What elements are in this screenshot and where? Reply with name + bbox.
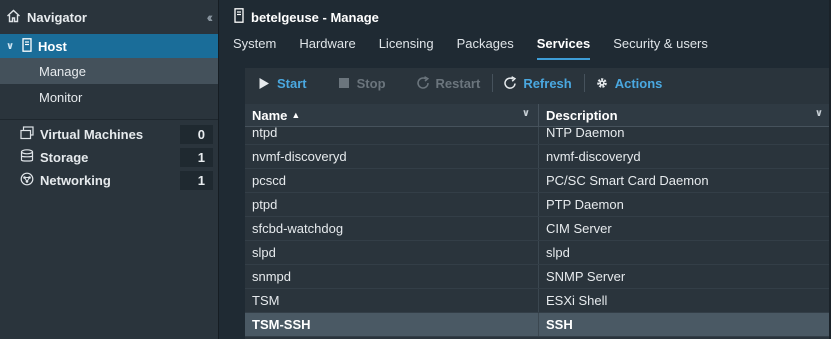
host-icon [22, 37, 32, 55]
cell-description: nvmf-discoveryd [546, 149, 641, 164]
nav-item-label: Virtual Machines [40, 127, 144, 142]
table-body: ntpd NTP Daemon nvmf-discoveryd nvmf-dis… [245, 127, 831, 339]
host-icon [234, 8, 244, 26]
virtual-machines-icon [20, 126, 34, 143]
table-row[interactable]: TSM ESXi Shell [245, 289, 831, 313]
nav-item-count: 1 [180, 148, 213, 167]
tab-services[interactable]: Services [536, 34, 591, 60]
stop-icon [337, 76, 351, 90]
table-row-selected[interactable]: TSM-SSH SSH [245, 313, 831, 337]
cell-description: PTP Daemon [546, 197, 624, 212]
actions-label: Actions [614, 75, 663, 91]
tab-licensing[interactable]: Licensing [379, 34, 434, 60]
tab-security-users[interactable]: Security & users [613, 34, 708, 60]
table-header: Name ▲ ∨ Description ∨ [245, 104, 831, 127]
column-header-name[interactable]: Name ▲ ∨ [245, 104, 539, 126]
actions-button[interactable]: Actions [595, 75, 663, 91]
cell-name: sfcbd-watchdog [245, 217, 539, 240]
cell-description: NTP Daemon [546, 127, 625, 140]
column-header-label: Description [546, 107, 618, 123]
cell-name: nvmf-discoveryd [245, 145, 539, 168]
refresh-label: Refresh [523, 75, 572, 91]
tab-hardware[interactable]: Hardware [299, 34, 355, 60]
storage-icon [20, 149, 34, 166]
start-label: Start [277, 75, 307, 91]
page-title: betelgeuse - Manage [251, 9, 379, 25]
cell-name: snmpd [245, 265, 539, 288]
refresh-icon [503, 76, 517, 90]
cell-description: PC/SC Smart Card Daemon [546, 173, 709, 188]
nav-host-label: Host [38, 38, 67, 54]
main-content: betelgeuse - Manage System Hardware Lice… [220, 0, 831, 339]
nav-item-networking[interactable]: Networking 1 [0, 169, 218, 192]
nav-item-storage[interactable]: Storage 1 [0, 146, 218, 169]
cell-name: ntpd [245, 127, 539, 144]
tab-system[interactable]: System [233, 34, 276, 60]
nav-item-count: 1 [180, 171, 213, 190]
nav-item-count: 0 [180, 125, 213, 144]
restart-icon [416, 76, 430, 90]
nav-host[interactable]: ∨ Host [0, 34, 218, 58]
toolbar-divider [492, 74, 494, 92]
cell-description: CIM Server [546, 221, 612, 236]
cell-name: slpd [245, 241, 539, 264]
restart-button[interactable]: Restart [416, 75, 481, 91]
table-row[interactable]: pcscd PC/SC Smart Card Daemon [245, 169, 831, 193]
table-row[interactable]: ntpd NTP Daemon [245, 127, 831, 145]
services-toolbar: Start Stop Restart Refresh Actions [245, 68, 831, 98]
play-icon [257, 76, 271, 90]
cell-name: ptpd [245, 193, 539, 216]
services-panel: Start Stop Restart Refresh Actions Name … [245, 68, 831, 339]
cell-description: ESXi Shell [546, 293, 608, 308]
column-header-label: Name [252, 107, 288, 123]
chevron-down-icon[interactable]: ∨ [6, 41, 18, 52]
stop-button[interactable]: Stop [337, 76, 386, 91]
table-row[interactable]: nvmf-discoveryd nvmf-discoveryd [245, 145, 831, 169]
table-row[interactable]: ptpd PTP Daemon [245, 193, 831, 217]
table-row[interactable]: sfcbd-watchdog CIM Server [245, 217, 831, 241]
gear-icon [595, 76, 609, 90]
navigator-title: Navigator [27, 9, 87, 25]
collapse-navigator-icon[interactable]: ‹‹ [207, 9, 214, 25]
nav-item-label: Networking [40, 173, 111, 188]
networking-icon [20, 172, 34, 189]
nav-item-monitor[interactable]: Monitor [0, 84, 218, 110]
toolbar-divider [583, 74, 585, 92]
nav-divider [0, 110, 218, 120]
column-header-description[interactable]: Description ∨ [539, 104, 831, 126]
nav-item-virtual-machines[interactable]: Virtual Machines 0 [0, 123, 218, 146]
cell-description: slpd [546, 245, 570, 260]
stop-label: Stop [356, 75, 386, 91]
cell-description: SNMP Server [546, 269, 626, 284]
home-icon [6, 9, 21, 26]
start-button[interactable]: Start [257, 76, 307, 91]
chevron-down-icon[interactable]: ∨ [815, 108, 823, 119]
cell-description: SSH [546, 317, 573, 332]
table-row[interactable]: snmpd SNMP Server [245, 265, 831, 289]
cell-name: TSM [245, 289, 539, 312]
restart-label: Restart [435, 75, 481, 91]
table-row[interactable]: slpd slpd [245, 241, 831, 265]
nav-item-label: Storage [40, 150, 89, 165]
navigator-panel: Navigator ‹‹ ∨ Host Manage Monitor Virtu… [0, 0, 219, 339]
navigator-header: Navigator ‹‹ [0, 0, 218, 34]
cell-name: pcscd [245, 169, 539, 192]
chevron-down-icon[interactable]: ∨ [522, 108, 530, 119]
tab-packages[interactable]: Packages [457, 34, 514, 60]
sort-ascending-icon: ▲ [291, 110, 301, 120]
tab-bar: System Hardware Licensing Packages Servi… [220, 34, 831, 60]
services-table: Name ▲ ∨ Description ∨ ntpd NTP Daemon n… [245, 104, 831, 339]
page-header: betelgeuse - Manage [220, 0, 831, 34]
nav-item-manage[interactable]: Manage [0, 58, 218, 84]
refresh-button[interactable]: Refresh [503, 75, 572, 91]
cell-name: TSM-SSH [245, 313, 539, 336]
